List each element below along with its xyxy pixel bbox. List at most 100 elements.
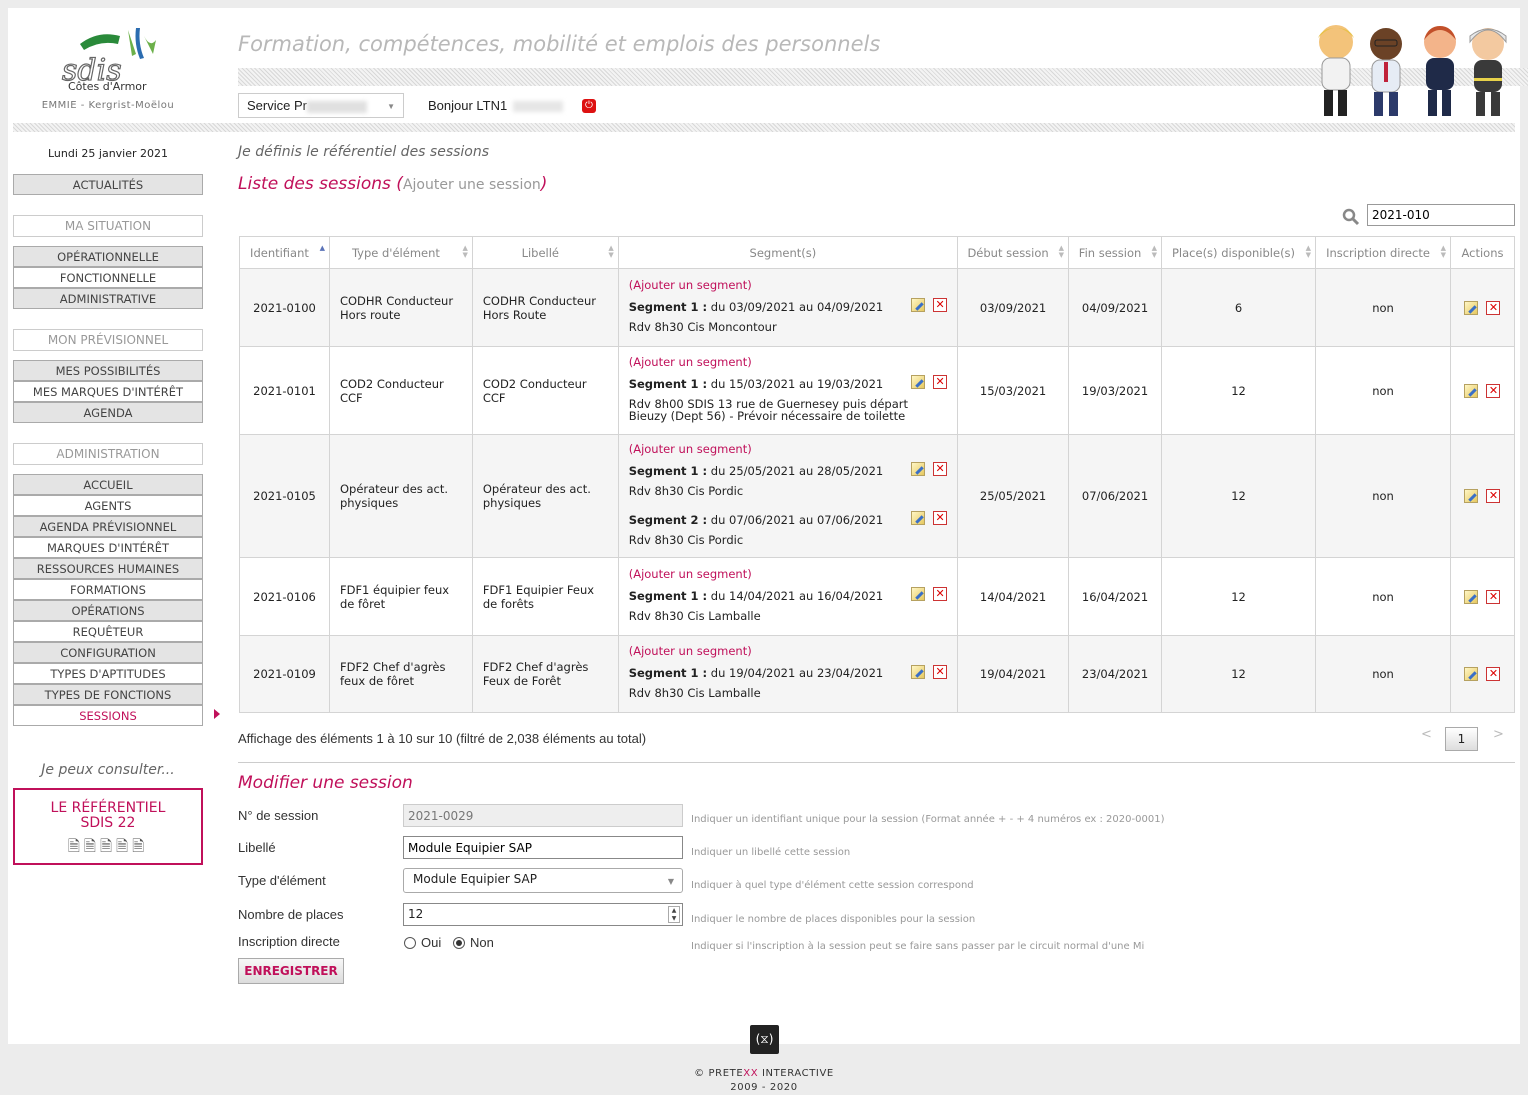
menu-item-operations[interactable]: OPÉRATIONS xyxy=(13,600,203,621)
menu-actualites[interactable]: ACTUALITÉS xyxy=(13,174,203,195)
sort-icon: ▲ ▼ xyxy=(1440,244,1446,259)
edit-icon[interactable] xyxy=(911,375,926,389)
cell-type: FDF2 Chef d'agrès feux de fôret xyxy=(328,635,473,713)
cell-segments: (Ajouter un segment) Segment 1 : du 03/0… xyxy=(617,268,959,347)
edit-icon[interactable] xyxy=(911,462,926,476)
user-name-blurred xyxy=(513,101,564,113)
menu-item-requeteur[interactable]: REQUÊTEUR xyxy=(13,621,203,642)
type-select[interactable]: Module Equipier SAP ▼ xyxy=(403,868,683,893)
cell-end: 16/04/2021 xyxy=(1068,557,1163,636)
edit-icon[interactable] xyxy=(1464,489,1479,504)
edit-icon[interactable] xyxy=(1464,300,1479,315)
delete-icon[interactable]: ✕ xyxy=(1486,383,1501,398)
menu-item-configuration[interactable]: CONFIGURATION xyxy=(13,642,203,663)
sort-icon: ▲ ▼ xyxy=(1151,244,1158,259)
save-button[interactable]: ENREGISTRER xyxy=(238,958,344,984)
menu-item-agents[interactable]: AGENTS xyxy=(13,495,203,516)
delete-icon[interactable]: ✕ xyxy=(1486,300,1501,315)
add-segment-link[interactable]: (Ajouter un segment) xyxy=(629,278,947,292)
menu-item-sessions[interactable]: SESSIONS xyxy=(13,705,203,726)
edit-icon[interactable] xyxy=(911,664,926,679)
edit-icon[interactable] xyxy=(911,298,926,312)
delete-icon[interactable]: ✕ xyxy=(933,375,948,389)
stepper-arrows-icon[interactable]: ▲ ▼ xyxy=(668,906,680,923)
menu-item-agenda[interactable]: AGENDA xyxy=(13,402,203,423)
delete-icon[interactable]: ✕ xyxy=(933,587,948,601)
menu-item-types-aptitudes[interactable]: TYPES D'APTITUDES xyxy=(13,663,203,684)
delete-icon[interactable]: ✕ xyxy=(1486,589,1501,604)
search-input[interactable] xyxy=(1367,204,1515,226)
col-label: Type d'élément xyxy=(351,245,440,260)
col-debut[interactable]: Début session ▲ ▼ xyxy=(957,236,1070,269)
add-segment-link[interactable]: (Ajouter un segment) xyxy=(629,644,947,658)
pager-next[interactable]: > xyxy=(1493,727,1504,742)
table-row: 2021-0105 Opérateur des act. physiques O… xyxy=(239,434,1516,558)
session-number-field[interactable] xyxy=(403,804,683,827)
menu-item-operationnelle[interactable]: OPÉRATIONNELLE xyxy=(13,246,203,267)
menu-item-mes-marques-interet[interactable]: MES MARQUES D'INTÉRÊT xyxy=(13,381,203,402)
menu-item-types-fonctions[interactable]: TYPES DE FONCTIONS xyxy=(13,684,203,705)
col-identifiant[interactable]: Identifiant ▲ xyxy=(239,236,330,269)
delete-icon[interactable]: ✕ xyxy=(933,511,948,525)
pager-prev[interactable]: < xyxy=(1421,727,1432,742)
cell-start: 25/05/2021 xyxy=(957,434,1070,558)
delete-icon[interactable]: ✕ xyxy=(933,462,948,476)
menu-item-ressources-humaines[interactable]: RESSOURCES HUMAINES xyxy=(13,558,203,579)
segment-line: Segment 1 : du 19/04/2021 au 23/04/2021 … xyxy=(628,664,948,680)
power-icon[interactable]: ⏻ xyxy=(582,99,596,113)
header-bottom-stripe xyxy=(13,123,1515,132)
cell-actions: ✕ xyxy=(1449,635,1516,713)
libelle-field[interactable] xyxy=(403,836,683,859)
delete-icon[interactable]: ✕ xyxy=(933,664,948,679)
referentiel-box[interactable]: LE RÉFÉRENTIEL SDIS 22 🗎🗎🗎🗎🗎 xyxy=(13,788,203,865)
delete-icon[interactable]: ✕ xyxy=(1486,489,1501,504)
menu-item-accueil[interactable]: ACCUEIL xyxy=(13,474,203,495)
edit-icon[interactable] xyxy=(1464,383,1479,398)
cell-end: 19/03/2021 xyxy=(1068,346,1163,435)
edit-icon[interactable] xyxy=(1464,667,1479,682)
segment-title: Segment 1 : xyxy=(628,588,708,603)
segment-rdv: Rdv 8h30 Cis Pordic xyxy=(628,532,744,547)
menu-item-fonctionnelle[interactable]: FONCTIONNELLE xyxy=(13,267,203,288)
add-segment-link[interactable]: (Ajouter un segment) xyxy=(629,567,947,581)
col-libelle[interactable]: Libellé ▲ ▼ xyxy=(471,236,619,269)
edit-icon[interactable] xyxy=(911,587,926,601)
edit-icon[interactable] xyxy=(1464,589,1479,604)
places-stepper[interactable]: 12 ▲ ▼ xyxy=(403,903,683,926)
segment-actions: ✕ xyxy=(911,664,948,679)
pretexx-logo: (⧖) xyxy=(750,1025,779,1054)
menu-item-formations[interactable]: FORMATIONS xyxy=(13,579,203,600)
menu-item-administrative[interactable]: ADMINISTRATIVE xyxy=(13,288,203,309)
add-segment-link[interactable]: (Ajouter un segment) xyxy=(629,355,947,369)
mascot-1 xyxy=(1318,25,1354,116)
delete-icon[interactable]: ✕ xyxy=(933,298,948,312)
menu-item-marques-interet[interactable]: MARQUES D'INTÉRÊT xyxy=(13,537,203,558)
menu-item-agenda-previsionnel[interactable]: AGENDA PRÉVISIONNEL xyxy=(13,516,203,537)
col-type[interactable]: Type d'élément ▲ ▼ xyxy=(328,236,473,269)
add-session-link[interactable]: Ajouter une session xyxy=(403,177,541,193)
segment-line: Segment 1 : du 15/03/2021 au 19/03/2021 … xyxy=(629,375,948,391)
menu-item-mes-possibilites[interactable]: MES POSSIBILITÉS xyxy=(13,360,203,381)
col-inscription[interactable]: Inscription directe ▲ ▼ xyxy=(1315,236,1451,269)
add-segment-link[interactable]: (Ajouter un segment) xyxy=(629,442,947,456)
service-select[interactable]: Service Pr ▼ xyxy=(238,93,404,118)
section-divider xyxy=(238,762,1515,763)
segment-rdv: Rdv 8h00 SDIS 13 rue de Guernesey puis d… xyxy=(628,396,909,423)
radio-non[interactable]: Non xyxy=(453,935,494,950)
places-value: 12 xyxy=(408,907,424,921)
current-date: Lundi 25 janvier 2021 xyxy=(47,147,169,160)
radio-oui[interactable]: Oui xyxy=(404,935,441,950)
logo-subtitle: EMMIE - Kergrist-Moëlou xyxy=(41,100,175,111)
segment-title: Segment 1 : xyxy=(628,666,708,680)
segment-actions: ✕ xyxy=(911,375,948,389)
pager-page[interactable]: 1 xyxy=(1445,727,1478,751)
edit-icon[interactable] xyxy=(911,511,926,525)
page: sdis Côtes d'Armor EMMIE - Kergrist-Moël… xyxy=(8,8,1528,1044)
search-icon xyxy=(1342,208,1360,226)
ref-line-2: SDIS 22 xyxy=(80,815,136,831)
col-places[interactable]: Place(s) disponible(s) ▲ ▼ xyxy=(1161,236,1317,269)
col-fin[interactable]: Fin session ▲ ▼ xyxy=(1068,236,1163,269)
table-row: 2021-0101 COD2 Conducteur CCF COD2 Condu… xyxy=(239,346,1516,435)
cell-places: 12 xyxy=(1161,434,1317,558)
delete-icon[interactable]: ✕ xyxy=(1486,667,1501,682)
